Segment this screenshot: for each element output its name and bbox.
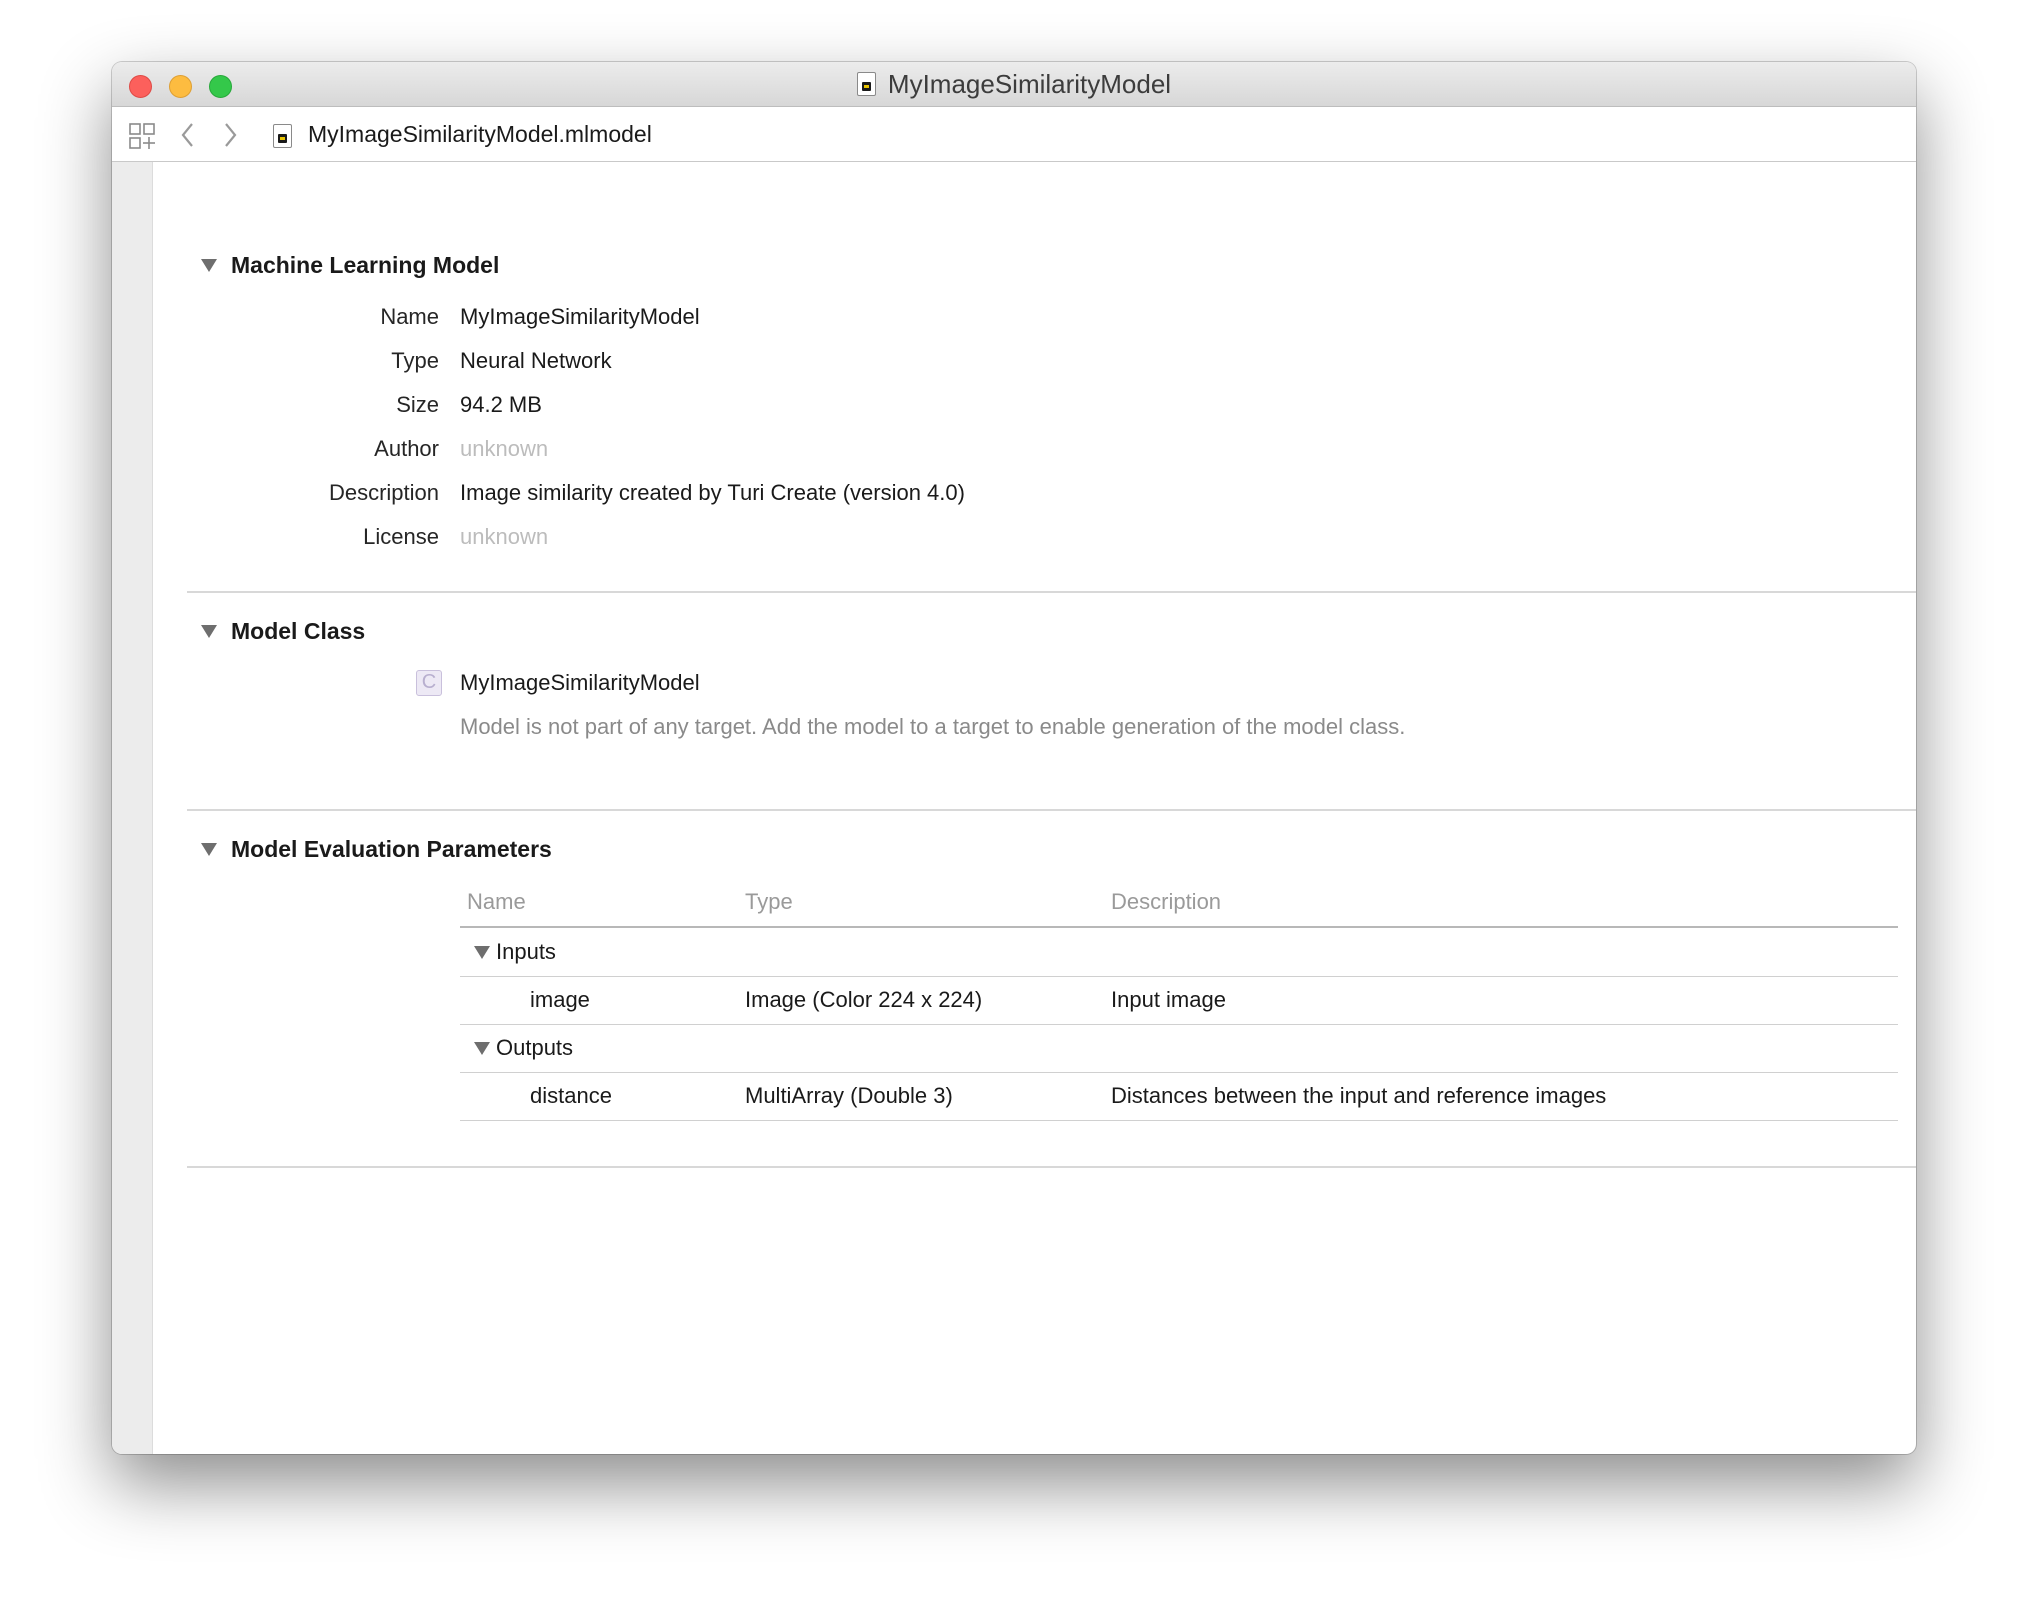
field-label-license: License bbox=[363, 524, 439, 549]
group-label-outputs[interactable]: Outputs bbox=[474, 1035, 573, 1061]
disclosure-triangle-icon[interactable] bbox=[474, 1041, 490, 1055]
table-row[interactable]: image Image (Color 224 x 224) Input imag… bbox=[460, 976, 1898, 1025]
title-bar: MyImageSimilarityModel bbox=[112, 62, 1916, 107]
field-value-license[interactable]: unknown bbox=[460, 524, 548, 550]
column-header-type[interactable]: Type bbox=[745, 889, 793, 915]
param-name: image bbox=[530, 987, 590, 1012]
section-title: Model Class bbox=[231, 618, 366, 644]
param-type: MultiArray (Double 3) bbox=[745, 1083, 953, 1108]
disclosure-triangle-icon[interactable] bbox=[201, 259, 217, 272]
model-class-name[interactable]: MyImageSimilarityModel bbox=[460, 670, 700, 696]
table-group-row-inputs[interactable]: Inputs bbox=[460, 928, 1898, 977]
field-label-author: Author bbox=[374, 436, 439, 461]
section-header-ml-model[interactable]: Machine Learning Model bbox=[201, 252, 499, 279]
chevron-left-icon[interactable] bbox=[178, 121, 198, 149]
field-label-type: Type bbox=[391, 348, 439, 373]
window-title: MyImageSimilarityModel bbox=[887, 68, 1172, 99]
mlmodel-file-icon bbox=[856, 72, 876, 96]
section-divider bbox=[187, 591, 1916, 593]
group-label-inputs[interactable]: Inputs bbox=[474, 939, 556, 965]
xcode-window: MyImageSimilarityModel MyImageSimilarity… bbox=[112, 62, 1916, 1454]
table-header-row: Name Type Description bbox=[460, 878, 1898, 928]
window-title-group: MyImageSimilarityModel bbox=[112, 62, 1916, 106]
table-group-row-outputs[interactable]: Outputs bbox=[460, 1024, 1898, 1073]
disclosure-triangle-icon[interactable] bbox=[201, 625, 217, 638]
section-divider bbox=[187, 1166, 1916, 1168]
param-description: Distances between the input and referenc… bbox=[1111, 1083, 1607, 1108]
column-header-description[interactable]: Description bbox=[1111, 889, 1221, 915]
chevron-right-icon[interactable] bbox=[220, 121, 240, 149]
field-value-type: Neural Network bbox=[460, 348, 612, 373]
editor-gutter bbox=[112, 162, 153, 1454]
jump-bar: MyImageSimilarityModel.mlmodel bbox=[112, 107, 1916, 162]
group-title: Outputs bbox=[496, 1035, 574, 1060]
breadcrumb-file[interactable]: MyImageSimilarityModel.mlmodel bbox=[308, 119, 652, 149]
table-row[interactable]: distance MultiArray (Double 3) Distances… bbox=[460, 1072, 1898, 1121]
field-label-size: Size bbox=[396, 392, 439, 417]
field-value-description[interactable]: Image similarity created by Turi Create … bbox=[460, 480, 965, 506]
disclosure-triangle-icon[interactable] bbox=[201, 843, 217, 856]
model-class-note: Model is not part of any target. Add the… bbox=[460, 714, 1406, 739]
param-description: Input image bbox=[1111, 987, 1226, 1012]
section-title: Machine Learning Model bbox=[231, 252, 500, 278]
param-name: distance bbox=[530, 1083, 612, 1108]
field-label-description: Description bbox=[328, 480, 439, 505]
section-header-model-class[interactable]: Model Class bbox=[201, 618, 365, 645]
grid-icon[interactable] bbox=[129, 123, 155, 149]
field-value-size: 94.2 MB bbox=[460, 392, 542, 417]
section-header-eval-params[interactable]: Model Evaluation Parameters bbox=[201, 836, 552, 863]
field-value-name: MyImageSimilarityModel bbox=[460, 304, 700, 329]
section-divider bbox=[187, 809, 1916, 811]
param-type: Image (Color 224 x 224) bbox=[745, 987, 983, 1012]
group-title: Inputs bbox=[496, 939, 556, 964]
column-header-name[interactable]: Name bbox=[467, 889, 526, 915]
mlmodel-file-icon bbox=[273, 124, 292, 148]
disclosure-triangle-icon[interactable] bbox=[474, 945, 490, 959]
field-value-author[interactable]: unknown bbox=[460, 436, 548, 462]
field-label-name: Name bbox=[380, 304, 439, 329]
class-icon: C bbox=[416, 670, 442, 696]
section-title: Model Evaluation Parameters bbox=[231, 836, 552, 862]
model-editor-content: Machine Learning Model Name MyImageSimil… bbox=[153, 162, 1916, 1454]
